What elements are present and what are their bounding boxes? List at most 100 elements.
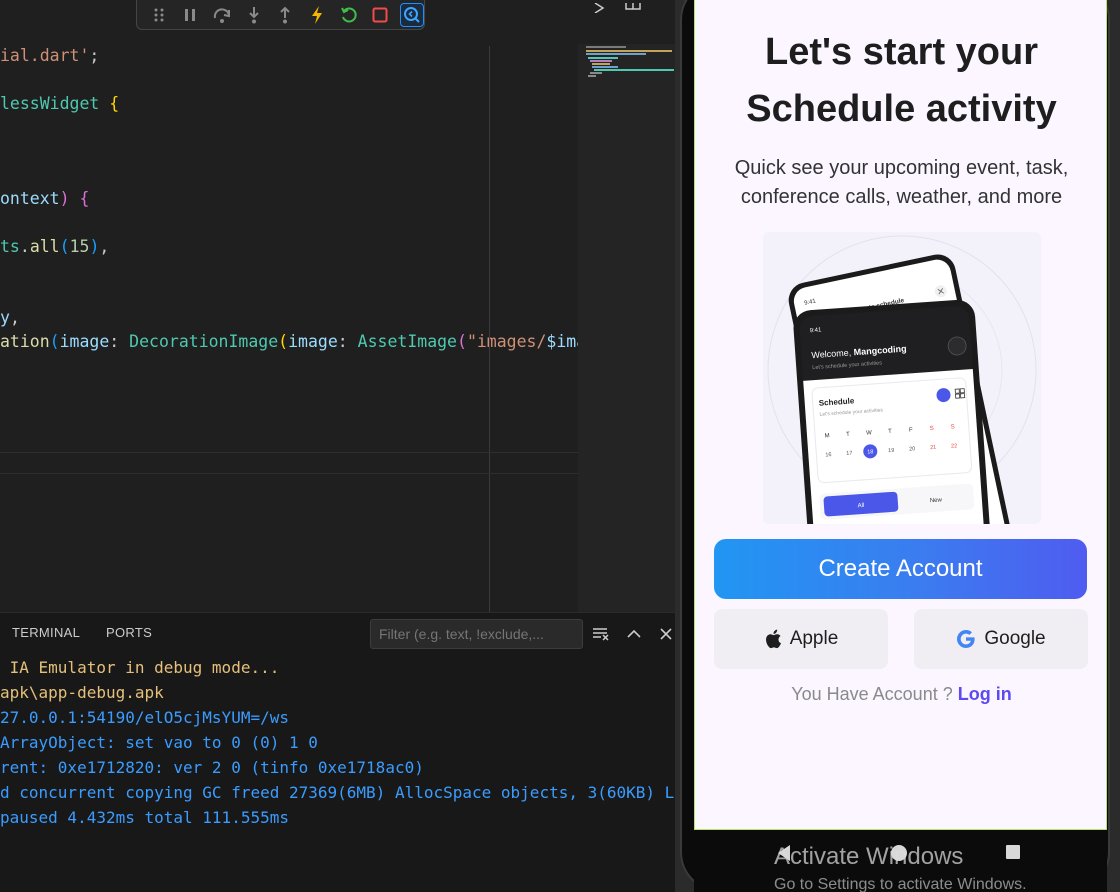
debug-toolbar — [136, 0, 425, 30]
editor-actions — [590, 0, 650, 14]
apple-icon — [765, 629, 781, 649]
maximize-panel-icon[interactable] — [625, 625, 643, 643]
code-token: all — [29, 237, 60, 256]
tab-ports[interactable]: PORTS — [106, 625, 152, 640]
tab-new: New — [930, 497, 943, 504]
code-token: image — [288, 332, 338, 351]
column-ruler — [489, 46, 490, 612]
terminal-line: paused 4.432ms total 111.555ms — [0, 808, 289, 827]
step-into-icon[interactable] — [242, 3, 266, 27]
code-token: 15 — [69, 237, 90, 256]
have-account-text: You Have Account ? — [791, 684, 958, 704]
step-out-icon[interactable] — [274, 3, 298, 27]
terminal-line: d concurrent copying GC freed 27369(6MB)… — [0, 783, 675, 802]
code-token: { — [79, 189, 90, 208]
code-token: : — [337, 332, 358, 351]
terminal-line: apk\app-debug.apk — [0, 683, 164, 702]
day-label: M — [824, 433, 829, 439]
code-editor[interactable]: ial.dart'; lessWidget { ontext) { ts.all… — [0, 0, 675, 612]
devtools-icon[interactable] — [400, 2, 425, 27]
hero-illustration: 9:41 Create schedule 9:41 Welcome, Mangc… — [763, 232, 1041, 524]
code-line-6[interactable]: ation(image: DecorationImage(image: Asse… — [0, 330, 606, 354]
code-token: "images/ — [466, 332, 547, 351]
pause-icon[interactable] — [179, 3, 203, 27]
code-token: AssetImage — [357, 332, 457, 351]
date-label: 20 — [909, 446, 916, 452]
code-line-3[interactable]: ontext) { — [0, 187, 89, 211]
date-label: 16 — [825, 452, 832, 458]
minimap[interactable] — [578, 44, 675, 612]
apple-label: Apple — [789, 628, 839, 649]
code-token: ts — [0, 237, 20, 256]
terminal-line: ArrayObject: set vao to 0 (0) 1 0 — [0, 733, 318, 752]
title-line-1: Let's start your — [765, 31, 1038, 73]
activation-watermark-sub: Go to Settings to activate Windows. — [774, 876, 1027, 892]
subtitle-line-2: conference calls, weather, and more — [740, 186, 1063, 208]
code-token: DecorationImage — [129, 332, 279, 351]
page-title: Let's start your Schedule activity — [695, 24, 1106, 138]
drag-handle-icon[interactable] — [147, 3, 171, 27]
tab-terminal[interactable]: TERMINAL — [12, 625, 80, 640]
close-panel-icon[interactable] — [657, 625, 675, 643]
front-phone-time: 9:41 — [810, 327, 823, 334]
code-token: lessWidget — [0, 94, 100, 113]
code-line-1[interactable]: ial.dart'; — [0, 44, 99, 68]
code-line-5[interactable]: y, — [0, 306, 20, 330]
page-subtitle: Quick see your upcoming event, task, con… — [695, 154, 1106, 212]
terminal-line: IA Emulator in debug mode... — [0, 658, 280, 677]
clear-output-icon[interactable] — [592, 625, 610, 643]
date-label: 21 — [930, 445, 937, 451]
app-screen: Let's start your Schedule activity Quick… — [694, 0, 1107, 830]
stop-icon[interactable] — [369, 3, 393, 27]
code-token: ( — [278, 332, 289, 351]
code-token: ( — [49, 332, 60, 351]
code-token: ) — [89, 237, 100, 256]
bottom-panel: TERMINAL PORTS IA Emulator in debug mode… — [0, 612, 675, 892]
date-label: 22 — [951, 443, 958, 449]
code-token: ation — [0, 332, 50, 351]
code-token: y — [0, 308, 10, 327]
title-line-2: Schedule activity — [746, 88, 1057, 130]
code-token: ; — [89, 46, 100, 65]
login-prompt: You Have Account ? Log in — [695, 684, 1106, 705]
code-line-2[interactable]: lessWidget { — [0, 92, 119, 116]
login-link[interactable]: Log in — [958, 684, 1012, 704]
filter-input[interactable] — [370, 619, 583, 649]
code-token: { — [109, 94, 120, 113]
step-over-icon[interactable] — [210, 3, 234, 27]
date-label: 17 — [846, 451, 853, 457]
code-token: ontext — [0, 189, 60, 208]
date-label: 18 — [867, 449, 874, 455]
google-label: Google — [984, 628, 1046, 649]
code-token: image — [59, 332, 110, 351]
subtitle-line-1: Quick see your upcoming event, task, — [734, 157, 1069, 179]
terminal-line: rent: 0xe1712820: ver 2 0 (tinfo 0xe1718… — [0, 758, 424, 777]
day-label: W — [866, 430, 872, 436]
code-line-4[interactable]: ts.all(15), — [0, 235, 109, 259]
google-signin-button[interactable]: Google — [914, 609, 1088, 669]
hot-reload-icon[interactable] — [305, 3, 329, 27]
activation-watermark-title: Activate Windows — [774, 843, 964, 870]
editor-divider — [0, 473, 578, 474]
code-token: ial.dart' — [0, 46, 90, 65]
restart-icon[interactable] — [337, 3, 361, 27]
run-icon — [594, 2, 605, 14]
code-token: , — [99, 237, 110, 256]
google-icon — [957, 630, 975, 648]
code-token: : — [109, 332, 130, 351]
apple-signin-button[interactable]: Apple — [714, 609, 888, 669]
code-token: . — [19, 237, 30, 256]
day-label: S — [951, 424, 955, 430]
day-label: S — [930, 426, 934, 432]
create-account-button[interactable]: Create Account — [714, 539, 1087, 599]
code-token: ( — [457, 332, 467, 351]
date-label: 19 — [888, 448, 895, 454]
tab-all: All — [858, 503, 865, 509]
code-token: ( — [59, 237, 70, 256]
code-token: ) — [59, 189, 70, 208]
code-token: , — [9, 308, 20, 327]
editor-divider — [0, 452, 578, 453]
recents-nav-icon[interactable] — [1005, 844, 1021, 865]
